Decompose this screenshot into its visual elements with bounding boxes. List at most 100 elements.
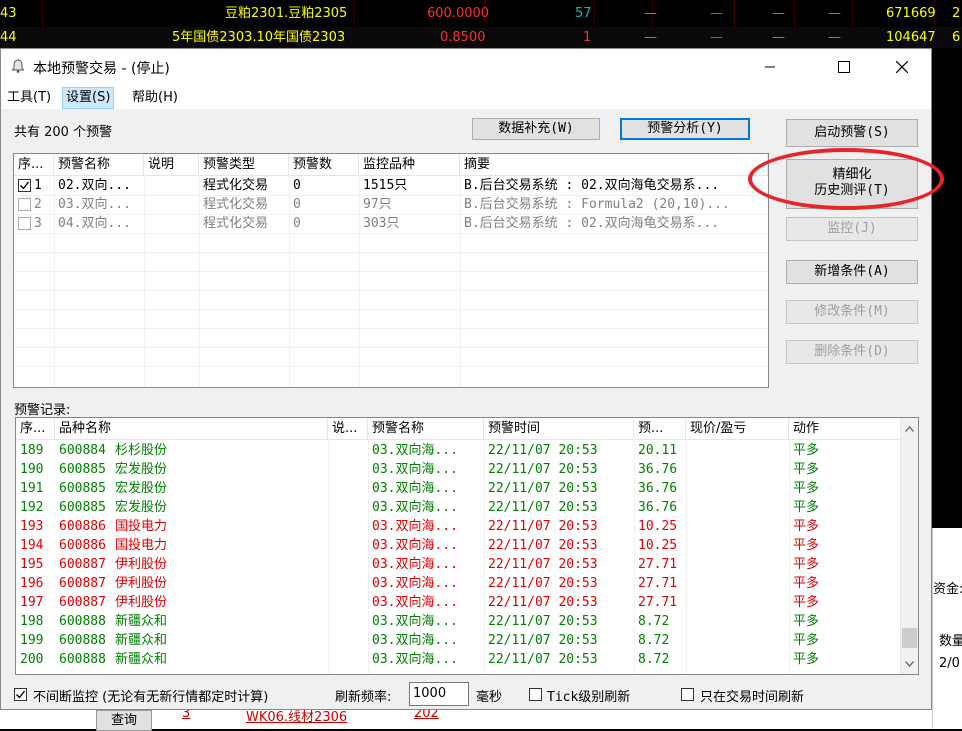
record-cell-idx: 197 [20, 595, 44, 610]
data-fill-button[interactable]: 数据补充(W) [472, 118, 600, 140]
record-row[interactable]: 193 600886 国投电力 03.双向海... 22/11/07 20:53 10.2… [16, 517, 901, 536]
continuous-monitor-checkbox[interactable] [14, 688, 27, 701]
records-scrollbar[interactable] [900, 418, 918, 674]
alert-analysis-button[interactable]: 预警分析(Y) [620, 118, 750, 140]
trading-hours-checkbox[interactable] [681, 688, 694, 701]
record-row[interactable]: 189 600884 杉杉股份 03.双向海... 22/11/07 20:53 20.1… [16, 441, 901, 460]
record-cell-alert: 03.双向海... [372, 481, 458, 496]
rec-col-symbol-name-header[interactable]: 品种名称 [55, 418, 328, 439]
record-row[interactable]: 198 600888 新疆众和 03.双向海... 22/11/07 20:53 8.72… [16, 612, 901, 631]
rec-col-action-header[interactable]: 动作 [789, 418, 901, 439]
record-cell-time: 22/11/07 20:53 [488, 652, 598, 667]
record-row[interactable]: 190 600885 宏发股份 03.双向海... 22/11/07 20:53 36.7… [16, 460, 901, 479]
bg-row-amount: 104647 [886, 30, 936, 45]
query-button[interactable]: 查询 [96, 710, 152, 731]
record-cell-price: 27.71 [638, 557, 678, 572]
alert-cell-idx: 1 [34, 178, 42, 193]
record-cell-code: 600887 [59, 595, 106, 610]
trading-hours-label: 只在交易时间刷新 [700, 690, 805, 705]
col-description-header[interactable]: 说明 [144, 154, 199, 175]
checkmark-icon [20, 181, 30, 190]
minimize-button[interactable] [747, 49, 793, 85]
rec-col-index-header[interactable]: 序... [16, 418, 55, 439]
alert-row[interactable]: 2 03.双向... 程式化交易 0 97只 B.后台交易系统 : Formula2 (2… [14, 195, 768, 214]
alert-row[interactable]: 1 02.双向... 程式化交易 0 1515只 B.后台交易系统 : 02.双向海龟交易… [14, 176, 768, 195]
record-cell-name: 宏发股份 [115, 500, 168, 515]
rec-col-alert-time-header[interactable]: 预警时间 [484, 418, 634, 439]
alert-cell-name: 04.双向... [58, 216, 131, 231]
scroll-thumb[interactable] [902, 628, 917, 648]
record-cell-action: 平多 [793, 462, 820, 477]
scroll-up-arrow[interactable] [901, 420, 918, 437]
alert-cell-summary: B.后台交易系统 : 02.双向海龟交易系... [464, 216, 720, 231]
refresh-rate-input[interactable]: 1000 [409, 682, 469, 706]
record-cell-price: 36.76 [638, 500, 678, 515]
col-index-header[interactable]: 序... [14, 154, 54, 175]
record-cell-time: 22/11/07 20:53 [488, 538, 598, 553]
record-cell-alert: 03.双向海... [372, 633, 458, 648]
alert-cell-name: 02.双向... [58, 178, 131, 193]
record-row[interactable]: 199 600888 新疆众和 03.双向海... 22/11/07 20:53 8.72… [16, 631, 901, 650]
rec-col-alert-name-header[interactable]: 预警名称 [368, 418, 484, 439]
record-cell-name: 国投电力 [115, 538, 168, 553]
monitor-button[interactable]: 监控(J) [786, 217, 918, 241]
scroll-down-arrow[interactable] [901, 655, 918, 672]
record-cell-name: 伊利股份 [115, 595, 168, 610]
record-row[interactable]: 196 600887 伊利股份 03.双向海... 22/11/07 20:53 27.7… [16, 574, 901, 593]
record-cell-alert: 03.双向海... [372, 557, 458, 572]
record-cell-idx: 194 [20, 538, 44, 553]
delete-condition-button[interactable]: 删除条件(D) [786, 340, 918, 364]
record-row[interactable]: 194 600886 国投电力 03.双向海... 22/11/07 20:53 10.2… [16, 536, 901, 555]
record-row[interactable]: 197 600887 伊利股份 03.双向海... 22/11/07 20:53 27.7… [16, 593, 901, 612]
alert-row[interactable]: 3 04.双向... 程式化交易 0 303只 B.后台交易系统 : 02.双向海龟交易系… [14, 214, 768, 233]
bg-row-dash: — [644, 6, 657, 21]
record-cell-idx: 199 [20, 633, 44, 648]
record-cell-name: 伊利股份 [115, 576, 168, 591]
bg-row-price: 600.0000 [427, 6, 490, 21]
record-row[interactable]: 195 600887 伊利股份 03.双向海... 22/11/07 20:53 27.7… [16, 555, 901, 574]
alert-cell-desc [144, 176, 199, 195]
tick-refresh-checkbox[interactable] [529, 688, 542, 701]
col-alert-type-header[interactable]: 预警类型 [199, 154, 289, 175]
menu-settings[interactable]: 设置(S) [62, 87, 115, 109]
record-cell-alert: 03.双向海... [372, 519, 458, 534]
title-bar[interactable]: 本地预警交易 - (停止) [1, 49, 931, 85]
rec-col-alert-price-header[interactable]: 预... [634, 418, 686, 439]
menu-tools[interactable]: 工具(T) [4, 88, 54, 108]
record-cell-name: 新疆众和 [115, 633, 168, 648]
alert-cell-symbols: 97只 [363, 197, 392, 212]
record-cell-name: 宏发股份 [115, 462, 168, 477]
col-summary-header[interactable]: 摘要 [460, 154, 768, 175]
alert-cell-count: 0 [293, 178, 301, 193]
record-cell-alert: 03.双向海... [372, 462, 458, 477]
add-condition-button[interactable]: 新增条件(A) [786, 260, 918, 284]
bg-row-dash: — [772, 6, 785, 21]
col-symbols-header[interactable]: 监控品种 [359, 154, 460, 175]
record-row[interactable]: 191 600885 宏发股份 03.双向海... 22/11/07 20:53 36.7… [16, 479, 901, 498]
menu-help[interactable]: 帮助(H) [129, 88, 181, 108]
record-row[interactable]: 200 600888 新疆众和 03.双向海... 22/11/07 20:53 8.72… [16, 650, 901, 669]
record-cell-code: 600887 [59, 576, 106, 591]
close-button[interactable] [879, 49, 925, 85]
record-cell-price: 20.11 [638, 443, 678, 458]
modify-condition-button[interactable]: 修改条件(M) [786, 300, 918, 324]
record-row[interactable]: 192 600885 宏发股份 03.双向海... 22/11/07 20:53 36.7… [16, 498, 901, 517]
tick-refresh-label: Tick级别刷新 [547, 690, 631, 705]
record-cell-action: 平多 [793, 614, 820, 629]
record-cell-alert: 03.双向海... [372, 652, 458, 667]
start-alert-button[interactable]: 启动预警(S) [786, 119, 918, 147]
alert-cell-desc [144, 195, 199, 214]
bg-row-price: 0.8500 [440, 30, 486, 45]
rec-col-desc-header[interactable]: 说... [328, 418, 368, 439]
col-alert-count-header[interactable]: 预警数 [289, 154, 359, 175]
continuous-monitor-label: 不间断监控 (无论有无新行情都定时计算) [33, 690, 269, 705]
record-cell-action: 平多 [793, 538, 820, 553]
rec-col-price-pnl-header[interactable]: 现价/盈亏 [686, 418, 789, 439]
chevron-down-icon [905, 660, 914, 667]
bg-row-dash: — [772, 30, 785, 45]
maximize-button[interactable] [821, 49, 867, 85]
col-alert-name-header[interactable]: 预警名称 [54, 154, 144, 175]
background-quote-row[interactable]: 43 豆粕2301.豆粕2305 600.0000 57 — — — — 671… [0, 3, 962, 27]
alerts-table-header: 序... 预警名称 说明 预警类型 预警数 监控品种 摘要 [14, 154, 768, 176]
refresh-rate-label: 刷新频率: [335, 690, 392, 705]
